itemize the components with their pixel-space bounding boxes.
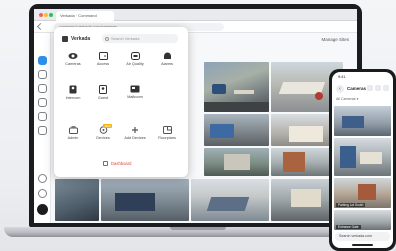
app-guest[interactable]: Guest	[88, 85, 118, 107]
app-alarms[interactable]: Alarms	[152, 52, 182, 74]
rail-alerts-icon[interactable]	[38, 112, 47, 121]
filter-icon[interactable]	[375, 85, 381, 91]
rail-grid-icon[interactable]	[38, 98, 47, 107]
help-icon[interactable]	[38, 174, 47, 183]
alarm-icon	[163, 52, 171, 59]
rail-access-icon[interactable]	[38, 84, 47, 93]
app-label: Alarms	[161, 62, 173, 66]
phone-header-actions	[365, 85, 389, 91]
more-icon[interactable]	[383, 85, 389, 91]
back-arrow-icon[interactable]	[36, 22, 45, 31]
launcher-footer-label: Dashboard	[111, 161, 132, 166]
app-label: Access	[96, 62, 110, 66]
guest-icon	[99, 85, 107, 94]
camera-tile[interactable]	[101, 179, 189, 221]
add-devices-icon	[132, 127, 138, 133]
launcher-search-placeholder: Search Verkada	[111, 36, 140, 41]
phone-time: 9:41	[338, 75, 346, 79]
search-icon	[105, 36, 109, 41]
app-add-devices[interactable]: Add Devices	[120, 126, 150, 148]
app-label: Intercom	[65, 96, 81, 100]
app-cameras[interactable]: Cameras	[58, 52, 88, 74]
camera-tile[interactable]	[204, 62, 269, 112]
launcher-footer-link[interactable]: Dashboard	[103, 160, 132, 168]
app-label: Guest	[97, 96, 109, 100]
launcher-search-input[interactable]: Search Verkada	[102, 34, 178, 43]
floorplans-icon	[162, 126, 172, 134]
camera-tile[interactable]	[55, 179, 99, 221]
brand-name: Verkada	[71, 35, 91, 42]
mailroom-icon	[130, 85, 140, 93]
camera-icon	[68, 53, 78, 59]
browser-tab[interactable]: Verkada · Command	[56, 11, 114, 21]
app-label: Floorplans	[158, 136, 176, 140]
admin-icon	[68, 126, 78, 134]
camera-tile[interactable]	[204, 114, 269, 146]
avatar[interactable]	[37, 204, 48, 215]
app-label: Add Devices	[124, 136, 146, 140]
camera-tile[interactable]	[191, 179, 269, 221]
back-icon[interactable]: ‹	[336, 85, 344, 93]
app-intercom[interactable]: Intercom	[58, 85, 88, 107]
access-icon	[98, 52, 108, 60]
dashboard-icon	[103, 161, 108, 166]
app-admin[interactable]: Admin	[58, 126, 88, 148]
phone-camera-tile[interactable]	[334, 138, 391, 176]
phone-title: Cameras	[347, 86, 367, 91]
phone-camera-tile[interactable]	[334, 106, 391, 136]
laptop-notch	[170, 227, 226, 230]
app-access[interactable]: Access	[88, 52, 118, 74]
phone-camera-tile[interactable]: Parking Lot South	[334, 178, 391, 208]
home-indicator	[352, 244, 373, 246]
app-air-quality[interactable]: Air Quality	[120, 52, 150, 74]
notifications-icon[interactable]	[38, 189, 47, 198]
app-devices[interactable]: NEW Devices	[88, 124, 118, 148]
rail-camera-icon[interactable]	[38, 70, 47, 79]
rail-home-icon[interactable]	[38, 56, 47, 65]
phone-tile-label: Parking Lot South	[336, 202, 366, 207]
app-label: Admin	[67, 136, 79, 140]
camera-tile[interactable]	[204, 148, 269, 176]
intercom-icon	[69, 85, 77, 94]
app-floorplans[interactable]: Floorplans	[152, 126, 182, 148]
laptop-screen: Verkada · Command command.verkada.com/ca…	[34, 9, 357, 223]
minimize-window-icon[interactable]	[44, 13, 48, 17]
phone-screen: 9:41 ‹ Cameras All Cameras ▾ Parking Lot…	[332, 72, 393, 248]
verkada-logo-icon	[62, 35, 68, 42]
phone-filter[interactable]: All Cameras ▾	[336, 97, 389, 104]
app-label: Devices	[96, 136, 110, 140]
app-rail	[34, 33, 51, 223]
maximize-window-icon[interactable]	[49, 13, 53, 17]
rail-settings-icon[interactable]	[38, 126, 47, 135]
search-icon[interactable]	[367, 85, 373, 91]
app-label: Mailroom	[127, 95, 143, 99]
apps-launcher: Verkada Search Verkada Cameras Access Ai…	[54, 27, 188, 177]
phone-tile-label: Entrance Gate	[336, 224, 361, 229]
app-label: Air Quality	[126, 62, 144, 66]
brand: Verkada	[62, 35, 90, 42]
browser-tab-bar: Verkada · Command	[34, 9, 357, 21]
phone-camera-tile[interactable]: Entrance Gate	[334, 210, 391, 230]
phone-url-bar[interactable]: Search verkada.com	[335, 232, 390, 241]
manage-sites-link[interactable]: Manage Sites	[321, 37, 349, 42]
air-quality-icon	[130, 52, 140, 60]
app-mailroom[interactable]: Mailroom	[120, 85, 150, 107]
new-badge: NEW	[103, 124, 112, 128]
close-window-icon[interactable]	[39, 13, 43, 17]
app-label: Cameras	[65, 62, 81, 66]
